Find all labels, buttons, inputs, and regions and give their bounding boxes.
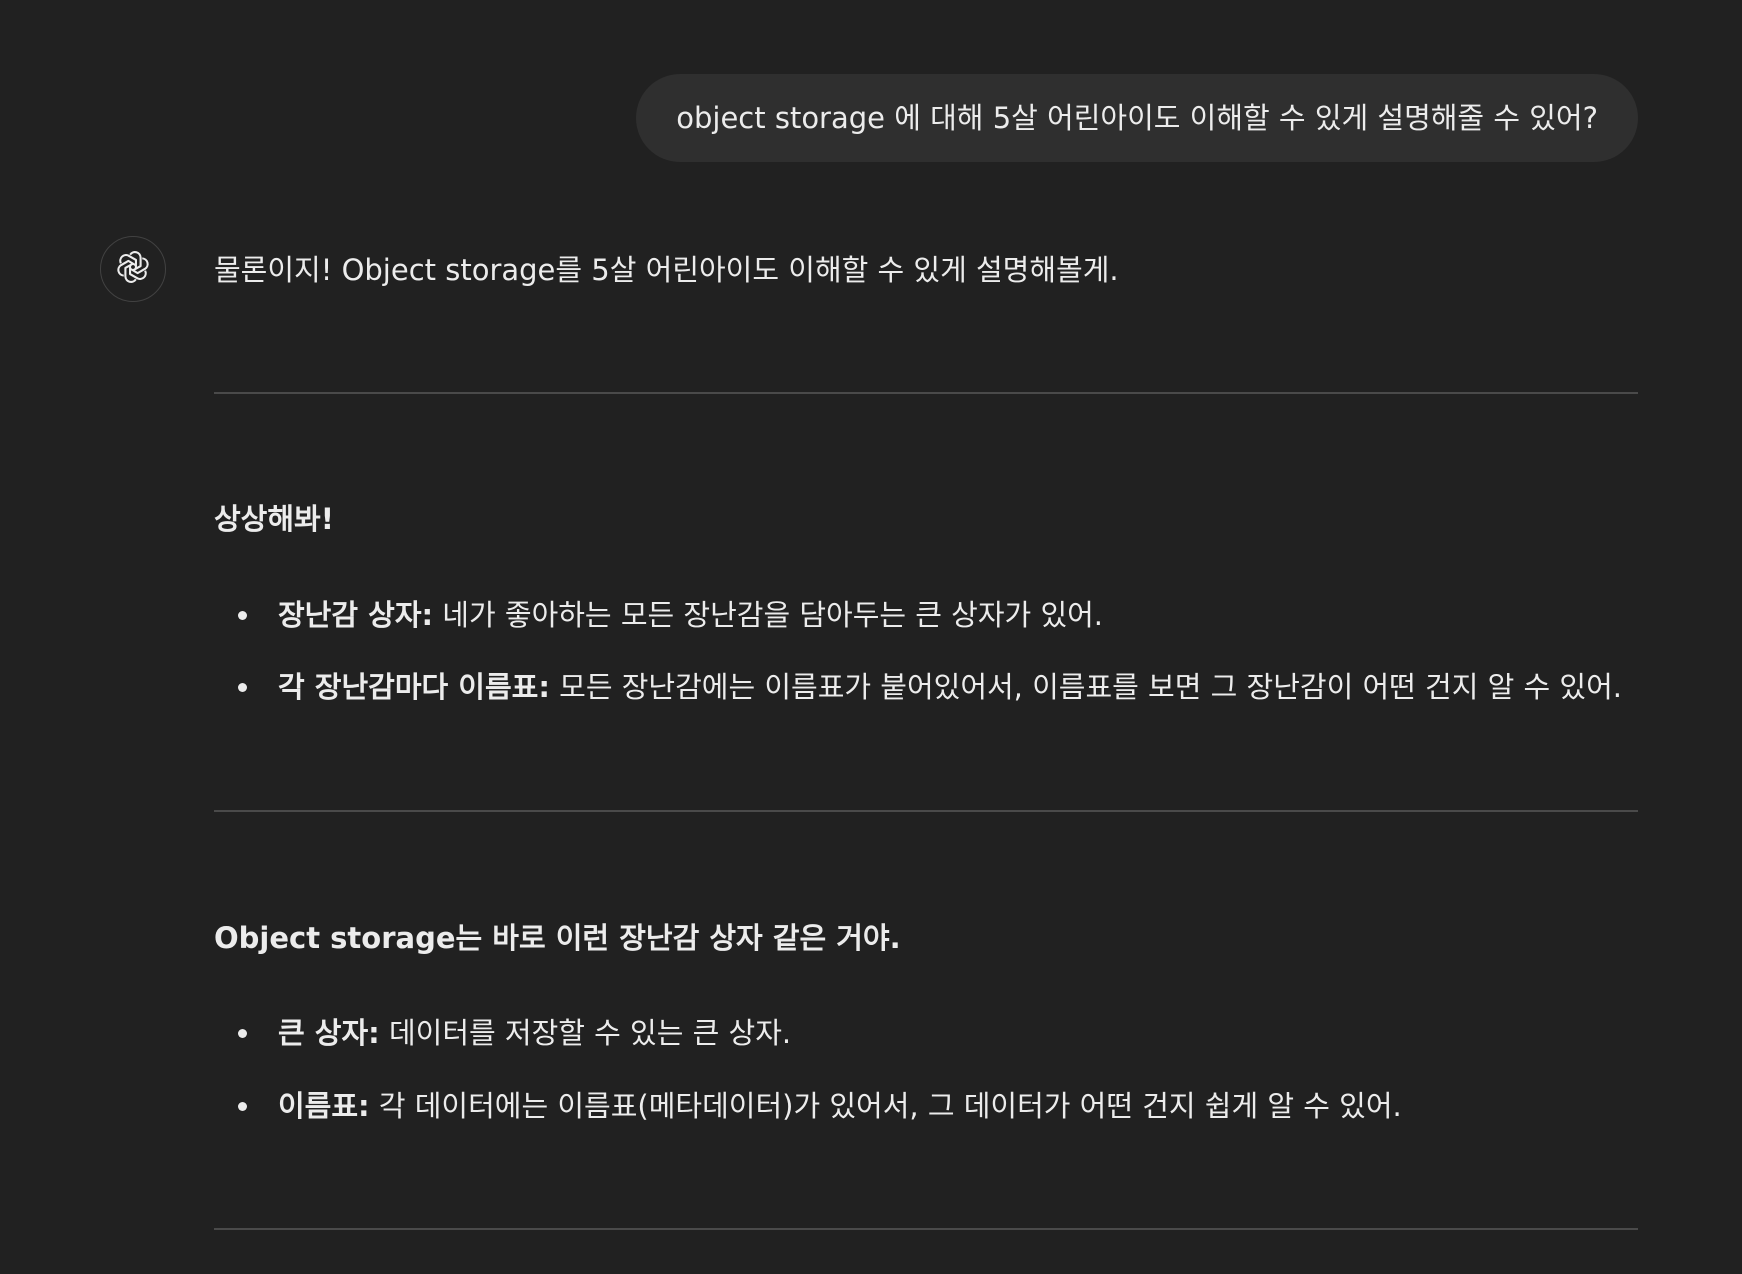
user-message-text: object storage 에 대해 5살 어린아이도 이해할 수 있게 설명… <box>676 100 1598 135</box>
list-item-content: 장난감 상자: 네가 좋아하는 모든 장난감을 담아두는 큰 상자가 있어. <box>278 595 1103 635</box>
list-item-term: 각 장난감마다 이름표: <box>278 670 550 704</box>
list-item-text: 모든 장난감에는 이름표가 붙어있어서, 이름표를 보면 그 장난감이 어떤 건… <box>549 670 1622 704</box>
divider <box>214 810 1638 812</box>
bullet-icon <box>238 1029 247 1038</box>
list-item-content: 각 장난감마다 이름표: 모든 장난감에는 이름표가 붙어있어서, 이름표를 보… <box>278 667 1622 707</box>
assistant-intro: 물론이지! Object storage를 5살 어린아이도 이해할 수 있게 … <box>214 253 1119 287</box>
section-heading: Object storage는 바로 이런 장난감 상자 같은 거야. <box>214 921 901 955</box>
list-item-term: 장난감 상자: <box>278 598 434 632</box>
bullet-icon <box>238 683 247 692</box>
divider <box>214 1228 1638 1230</box>
bullet-icon <box>238 1102 247 1111</box>
list-item-content: 이름표: 각 데이터에는 이름표(메타데이터)가 있어서, 그 데이터가 어떤 … <box>278 1086 1402 1126</box>
bullet-icon <box>238 611 247 620</box>
list-item-term: 이름표: <box>278 1089 370 1123</box>
assistant-avatar <box>100 236 166 302</box>
list-item-text: 데이터를 저장할 수 있는 큰 상자. <box>379 1016 792 1050</box>
list-item-content: 큰 상자: 데이터를 저장할 수 있는 큰 상자. <box>278 1013 791 1053</box>
section-heading: 상상해봐! <box>214 502 334 536</box>
openai-logo-icon <box>114 248 152 290</box>
list-item-text: 네가 좋아하는 모든 장난감을 담아두는 큰 상자가 있어. <box>433 598 1104 632</box>
user-message-bubble: object storage 에 대해 5살 어린아이도 이해할 수 있게 설명… <box>636 74 1638 162</box>
list-item-term: 큰 상자: <box>278 1016 380 1050</box>
list-item-text: 각 데이터에는 이름표(메타데이터)가 있어서, 그 데이터가 어떤 건지 쉽게… <box>369 1089 1402 1123</box>
divider <box>214 392 1638 394</box>
